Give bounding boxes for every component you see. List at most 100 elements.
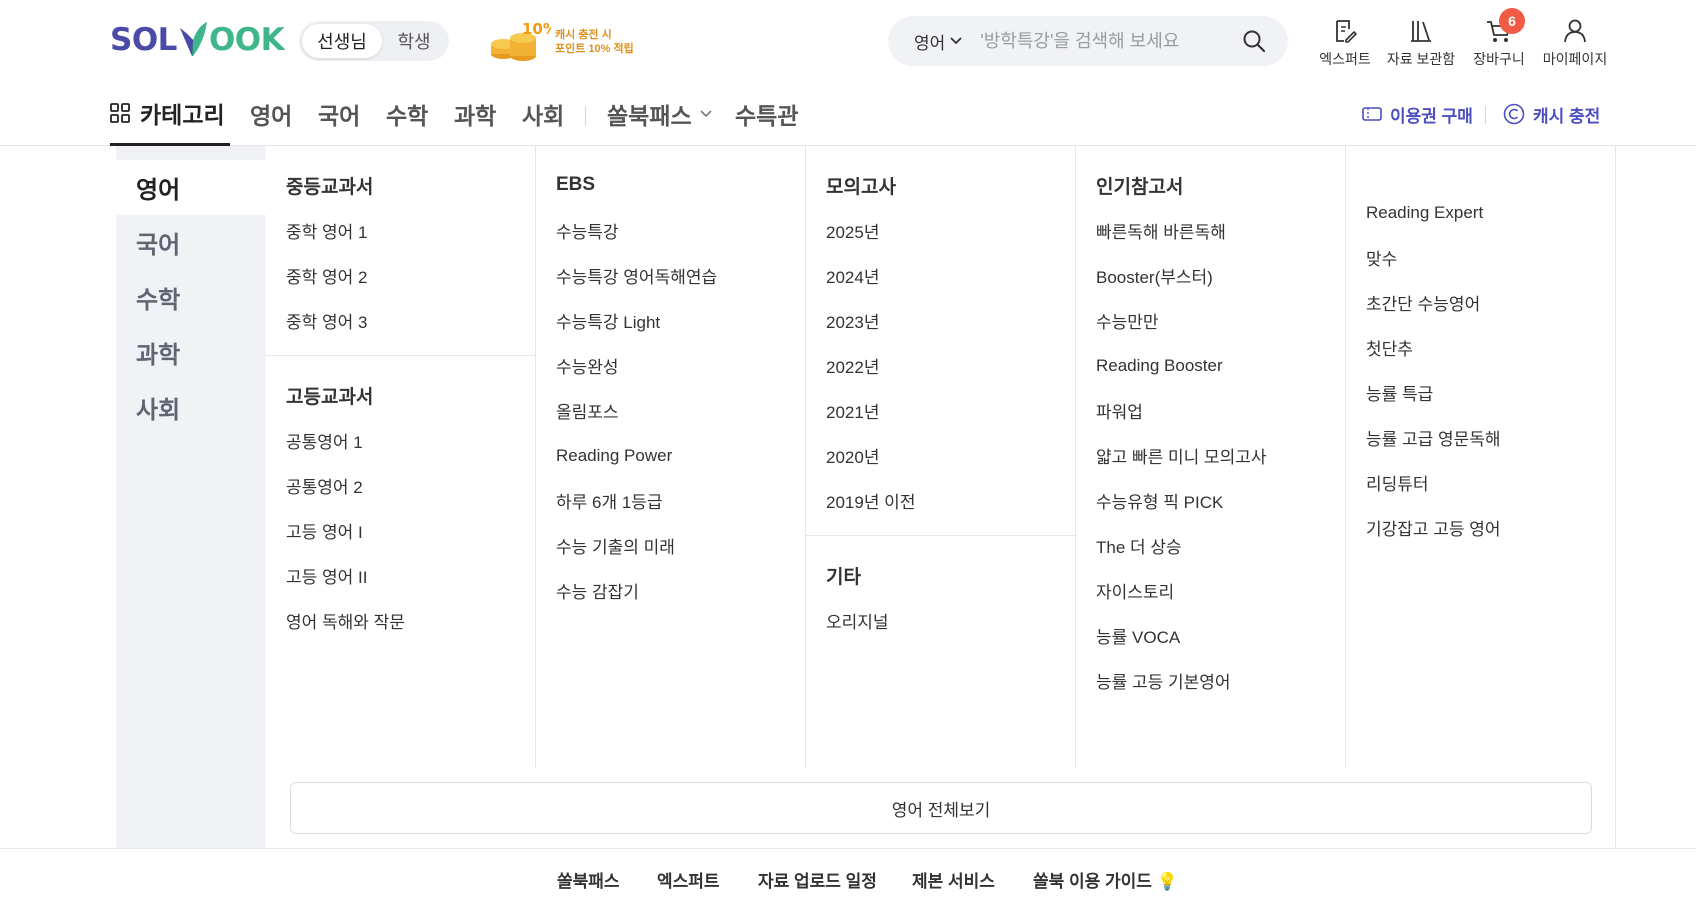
group-title-middle-textbooks: 중등교과서 (286, 176, 374, 198)
sidebar-item-math[interactable]: 수학 (116, 270, 266, 325)
menu-link[interactable]: 리딩튜터 (1346, 460, 1616, 505)
menu-column-mock-exams: 모의고사 2025년 2024년 2023년 2022년 2021년 2020년… (806, 146, 1076, 768)
library-button[interactable]: 자료 보관함 (1386, 16, 1456, 69)
footer-link-solbookpass[interactable]: 쏠북패스 (557, 867, 620, 892)
category-mega-menu: 영어 국어 수학 과학 사회 중등교과서 중학 영어 1 중학 영어 2 중학 … (116, 146, 1616, 848)
menu-link[interactable]: Reading Power (536, 433, 805, 478)
footer-link-binding-service[interactable]: 제본 서비스 (912, 867, 995, 892)
menu-link[interactable]: 초간단 수능영어 (1346, 280, 1616, 325)
menu-link[interactable]: 2025년 (806, 208, 1075, 253)
menu-link[interactable]: 수능완성 (536, 343, 805, 388)
menu-link[interactable]: 중학 영어 1 (266, 208, 535, 253)
menu-link[interactable]: 공통영어 2 (266, 463, 535, 508)
buy-pass-link[interactable]: 이용권 구매 (1362, 82, 1473, 146)
menu-link[interactable]: 올림포스 (536, 388, 805, 433)
sidebar-item-english[interactable]: 영어 (116, 160, 266, 215)
menu-link[interactable]: 능률 고등 기본영어 (1076, 658, 1345, 703)
logo-text-sol: SOL (110, 22, 177, 58)
menu-link[interactable]: 중학 영어 2 (266, 253, 535, 298)
logo-leaf-icon (179, 22, 207, 56)
cash-charge-link[interactable]: 캐시 충전 (1503, 82, 1600, 146)
menu-link[interactable]: Booster(부스터) (1076, 253, 1345, 298)
role-student-button[interactable]: 학생 (382, 24, 446, 58)
menu-link[interactable]: 2021년 (806, 388, 1075, 433)
group-title-popular-books: 인기참고서 (1096, 176, 1184, 198)
nav-item-suteukgwan[interactable]: 수특관 (735, 82, 798, 146)
footer-link-guide[interactable]: 쏠북 이용 가이드 💡 (1033, 867, 1178, 892)
mypage-label: 마이페이지 (1542, 51, 1608, 67)
main-nav: 카테고리 영어 국어 수학 과학 사회 쏠북패스 수특관 이용권 구매 캐시 충… (0, 82, 1696, 146)
group-title-ebs: EBS (556, 174, 596, 195)
search-button[interactable] (1240, 27, 1268, 55)
page: SOL OOK 선생님 학생 10% 캐시 충전 시 (0, 0, 1696, 906)
view-all-english-button[interactable]: 영어 전체보기 (290, 782, 1592, 834)
nav-item-social[interactable]: 사회 (522, 82, 564, 146)
menu-link[interactable]: 고등 영어 I (266, 508, 535, 553)
group-title-mock-exams: 모의고사 (826, 176, 896, 198)
role-teacher-button[interactable]: 선생님 (302, 24, 382, 58)
mypage-button[interactable]: 마이페이지 (1540, 16, 1610, 69)
sidebar-item-korean[interactable]: 국어 (116, 215, 266, 270)
cash-charge-label: 캐시 충전 (1533, 106, 1601, 126)
header: SOL OOK 선생님 학생 10% 캐시 충전 시 (0, 0, 1696, 82)
menu-link[interactable]: 수능만만 (1076, 298, 1345, 343)
search-bar: 영어 (888, 16, 1288, 66)
search-category-select[interactable]: 영어 (914, 29, 962, 54)
edit-document-icon (1336, 20, 1358, 43)
menu-link[interactable]: The 더 상승 (1076, 523, 1345, 568)
library-label: 자료 보관함 (1386, 51, 1456, 67)
group-title-etc: 기타 (826, 566, 861, 588)
menu-link[interactable]: 능률 VOCA (1076, 613, 1345, 658)
menu-link[interactable]: 자이스토리 (1076, 568, 1345, 613)
user-icon (1564, 19, 1586, 43)
menu-link[interactable]: 수능특강 Light (536, 298, 805, 343)
menu-link[interactable]: Reading Booster (1076, 343, 1345, 388)
search-input[interactable] (980, 30, 1240, 52)
subject-sidebar: 영어 국어 수학 과학 사회 (116, 146, 266, 848)
menu-link[interactable]: 수능 감잡기 (536, 568, 805, 613)
menu-link[interactable]: 2022년 (806, 343, 1075, 388)
menu-link[interactable]: 공통영어 1 (266, 418, 535, 463)
menu-link[interactable]: 능률 고급 영문독해 (1346, 415, 1616, 460)
menu-link[interactable]: 수능특강 (536, 208, 805, 253)
footer-link-expert[interactable]: 엑스퍼트 (657, 867, 720, 892)
menu-link[interactable]: 수능특강 영어독해연습 (536, 253, 805, 298)
nav-right-separator (1485, 106, 1486, 124)
nav-item-korean[interactable]: 국어 (318, 82, 360, 146)
menu-link[interactable]: 파워업 (1076, 388, 1345, 433)
cart-button[interactable]: 6 장바구니 (1464, 8, 1534, 69)
menu-link[interactable]: 오리지널 (806, 598, 1075, 643)
nav-category-button[interactable]: 카테고리 (110, 82, 230, 146)
menu-link[interactable]: 수능 기출의 미래 (536, 523, 805, 568)
menu-link[interactable]: 영어 독해와 작문 (266, 598, 535, 643)
nav-item-solbookpass[interactable]: 쏠북패스 (607, 82, 712, 146)
menu-link[interactable]: 맞수 (1346, 235, 1616, 280)
sidebar-item-social[interactable]: 사회 (116, 380, 266, 435)
menu-link[interactable]: 하루 6개 1등급 (536, 478, 805, 523)
menu-link[interactable]: 고등 영어 II (266, 553, 535, 598)
solbook-logo[interactable]: SOL OOK (110, 20, 285, 60)
menu-link[interactable]: 2020년 (806, 433, 1075, 478)
menu-link[interactable]: 2023년 (806, 298, 1075, 343)
menu-link[interactable]: 중학 영어 3 (266, 298, 535, 343)
menu-link[interactable]: 2024년 (806, 253, 1075, 298)
sidebar-item-science[interactable]: 과학 (116, 325, 266, 380)
menu-column-popular-books: 인기참고서 빠른독해 바른독해 Booster(부스터) 수능만만 Readin… (1076, 146, 1346, 768)
menu-link[interactable]: 수능유형 픽 PICK (1076, 478, 1345, 523)
expert-label: 엑스퍼트 (1319, 51, 1371, 67)
menu-link[interactable]: 얇고 빠른 미니 모의고사 (1076, 433, 1345, 478)
nav-item-math[interactable]: 수학 (386, 82, 428, 146)
footer-link-upload-schedule[interactable]: 자료 업로드 일정 (758, 867, 877, 892)
nav-item-science[interactable]: 과학 (454, 82, 496, 146)
menu-link[interactable]: 기강잡고 고등 영어 (1346, 505, 1616, 550)
menu-link[interactable]: 빠른독해 바른독해 (1076, 208, 1345, 253)
nav-category-label: 카테고리 (140, 101, 225, 128)
promo-banner[interactable]: 10% 캐시 충전 시 포인트 10% 적립 (489, 22, 634, 62)
menu-link[interactable]: 능률 특급 (1346, 370, 1616, 415)
menu-link[interactable]: 첫단추 (1346, 325, 1616, 370)
footer-links: 쏠북패스 엑스퍼트 자료 업로드 일정 제본 서비스 쏠북 이용 가이드 💡 (0, 848, 1696, 906)
expert-button[interactable]: 엑스퍼트 (1310, 16, 1380, 69)
menu-link[interactable]: 2019년 이전 (806, 478, 1075, 523)
menu-link[interactable]: Reading Expert (1346, 190, 1616, 235)
nav-item-english[interactable]: 영어 (250, 82, 292, 146)
